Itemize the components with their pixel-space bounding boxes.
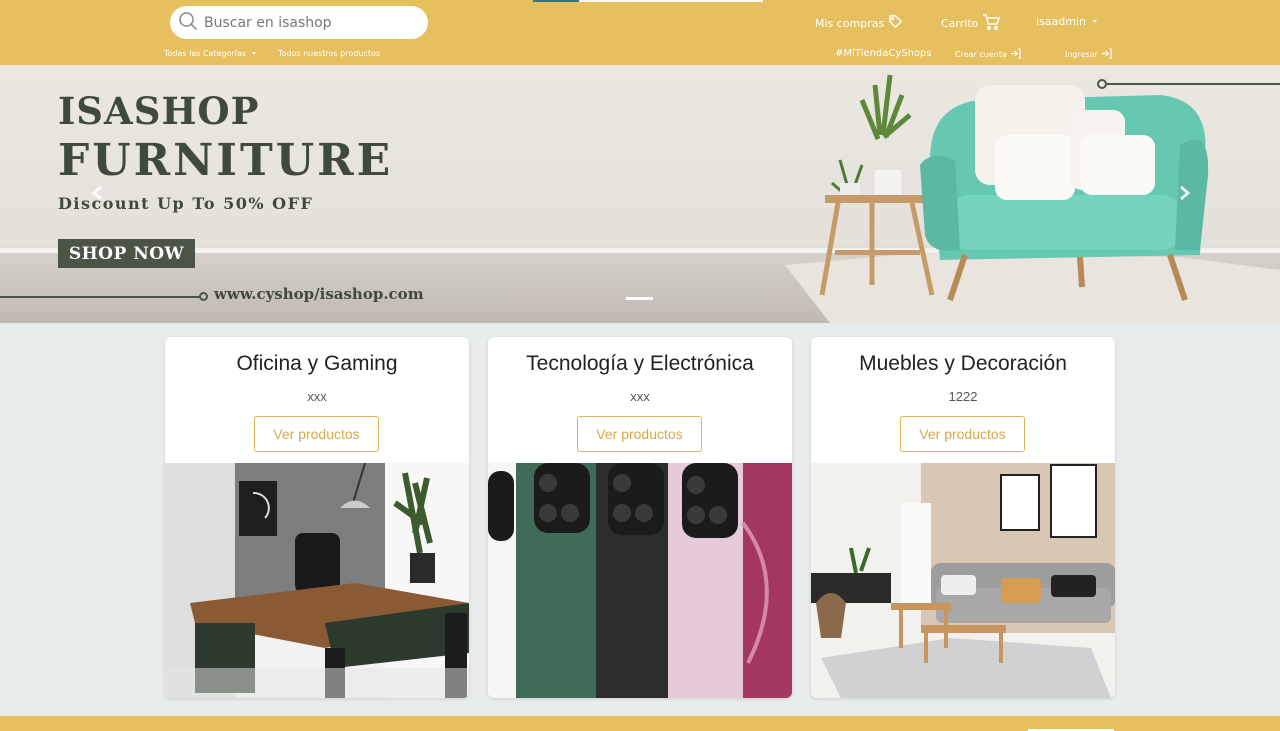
hashtag-label: #MiTiendaCyShops bbox=[835, 48, 932, 59]
login-arrow-icon bbox=[1101, 48, 1112, 61]
cart-icon bbox=[982, 14, 1001, 33]
card-description: 1222 bbox=[948, 389, 978, 404]
create-account-link[interactable]: Crear cuenta bbox=[955, 48, 1021, 61]
carrito-label: Carrito bbox=[941, 17, 979, 30]
ver-productos-button[interactable]: Ver productos bbox=[900, 416, 1025, 452]
user-name: isaadmin bbox=[1036, 15, 1086, 28]
carousel-next-button[interactable] bbox=[1174, 183, 1194, 203]
hashtag-link[interactable]: #MiTiendaCyShops bbox=[835, 48, 932, 59]
search-input[interactable] bbox=[204, 14, 404, 31]
login-arrow-icon bbox=[1010, 48, 1021, 61]
login-label: Ingresar bbox=[1065, 50, 1098, 59]
living-room-image[interactable] bbox=[811, 463, 1115, 698]
top-accent-bar bbox=[533, 0, 763, 2]
furniture-illustration bbox=[785, 74, 1280, 323]
search-box[interactable] bbox=[170, 6, 428, 39]
top-navbar: Mis compras Carrito isaadmin Todas las C… bbox=[0, 0, 1280, 65]
card-title: Oficina y Gaming bbox=[236, 352, 398, 375]
chevron-down-icon bbox=[1093, 20, 1097, 23]
office-image[interactable] bbox=[165, 463, 469, 698]
banner-decor-dot bbox=[199, 292, 208, 301]
card-description: xxx bbox=[630, 389, 650, 404]
card-title: Tecnología y Electrónica bbox=[526, 352, 754, 375]
footer-bar bbox=[0, 716, 1280, 731]
tag-icon bbox=[888, 14, 903, 32]
chevron-down-icon bbox=[252, 52, 257, 55]
banner-brand-line2: FURNITURE bbox=[58, 135, 394, 186]
shop-now-button[interactable]: SHOP NOW bbox=[58, 239, 195, 268]
card-description: xxx bbox=[307, 389, 327, 404]
hero-carousel: ISASHOP FURNITURE Discount Up To 50% OFF… bbox=[0, 65, 1280, 323]
user-menu[interactable]: isaadmin bbox=[1036, 15, 1097, 28]
all-products-label: Todos nuestros productos bbox=[278, 49, 381, 58]
category-card: Oficina y Gaming xxx Ver productos bbox=[165, 337, 469, 698]
categories-label: Todas las Categorías bbox=[164, 49, 247, 58]
banner-decor-line bbox=[0, 296, 200, 298]
banner-brand-line1: ISASHOP bbox=[58, 89, 260, 133]
card-title: Muebles y Decoración bbox=[859, 352, 1067, 375]
all-products-link[interactable]: Todos nuestros productos bbox=[278, 49, 380, 58]
carousel-indicator[interactable] bbox=[626, 297, 653, 300]
mis-compras-link[interactable]: Mis compras bbox=[815, 14, 903, 32]
create-account-label: Crear cuenta bbox=[955, 50, 1007, 59]
login-link[interactable]: Ingresar bbox=[1065, 48, 1112, 61]
carrito-link[interactable]: Carrito bbox=[941, 14, 1001, 33]
banner-url: www.cyshop/isashop.com bbox=[214, 285, 424, 303]
phones-image[interactable] bbox=[488, 463, 792, 698]
categories-dropdown[interactable]: Todas las Categorías bbox=[164, 49, 257, 58]
category-card: Tecnología y Electrónica xxx Ver product… bbox=[488, 337, 792, 698]
category-card: Muebles y Decoración 1222 Ver productos bbox=[811, 337, 1115, 698]
search-icon bbox=[178, 11, 198, 35]
mis-compras-label: Mis compras bbox=[815, 16, 885, 30]
ver-productos-button[interactable]: Ver productos bbox=[577, 416, 702, 452]
carousel-prev-button[interactable] bbox=[88, 183, 108, 203]
ver-productos-button[interactable]: Ver productos bbox=[254, 416, 379, 452]
